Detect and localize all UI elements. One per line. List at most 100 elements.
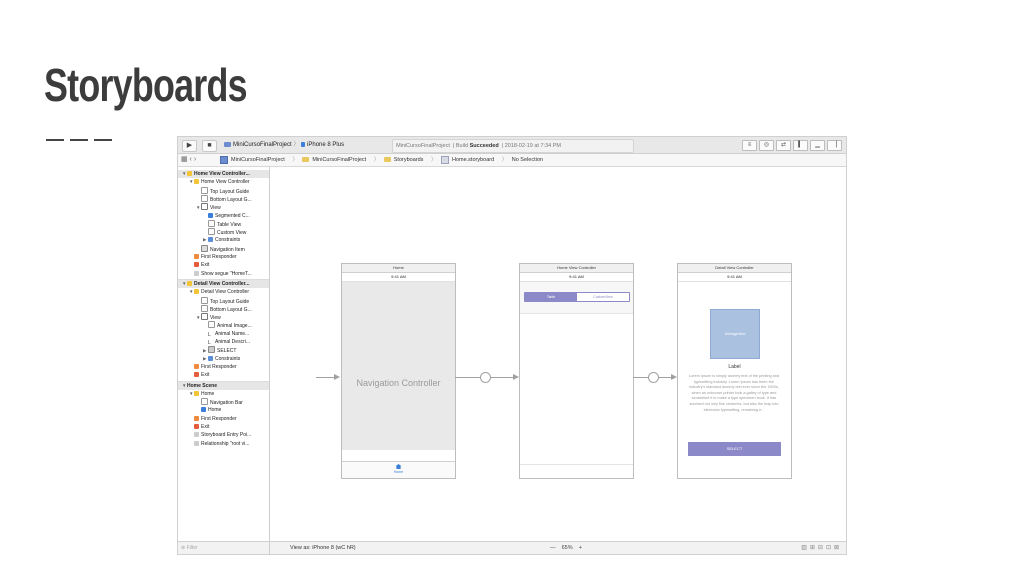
outline-item[interactable]: ▼ Home <box>178 390 269 398</box>
outline-item[interactable]: ▼Home Scene <box>178 381 269 390</box>
exit-icon <box>194 262 199 268</box>
outline-item-label: First Responder <box>201 363 237 370</box>
segue-icon <box>194 270 199 276</box>
show-segue-icon[interactable] <box>648 372 659 383</box>
outline-item-label: Constraints <box>215 355 241 362</box>
outline-item[interactable]: ▶ SELECT <box>178 346 269 355</box>
outline-item[interactable]: Show segue "HomeT... <box>178 270 269 278</box>
outline-item-label: Home <box>208 407 222 414</box>
outline-item[interactable]: ▼ Detail View Controller <box>178 288 269 296</box>
breadcrumb-group[interactable]: MiniCursoFinalProject <box>302 157 369 163</box>
outline-item-label: SELECT <box>217 348 237 355</box>
outline-item-label: Top Layout Guide <box>210 298 250 305</box>
outline-item[interactable]: Top Layout Guide <box>178 186 269 195</box>
outline-item[interactable]: Animal Image... <box>178 321 269 330</box>
scene-home-view-controller[interactable]: Home View Controller 9:41 AM Table Custo… <box>519 263 634 479</box>
outline-item[interactable]: Storyboard Entry Poi... <box>178 431 269 439</box>
outline-item[interactable]: Bottom Layout G... <box>178 194 269 203</box>
outline-item[interactable]: Navigation Item <box>178 244 269 253</box>
layout-guide-icon <box>201 186 208 194</box>
scene-title[interactable]: Detail View Controller <box>678 264 791 273</box>
storyboard-canvas[interactable]: Home 9:41 AM Navigation Controller Home … <box>270 167 846 542</box>
outline-item[interactable]: Bottom Layout G... <box>178 304 269 313</box>
outline-item[interactable]: Exit <box>178 261 269 269</box>
outline-item-label: Animal Image... <box>217 323 252 330</box>
animal-name-label[interactable]: Label <box>678 364 791 370</box>
assistant-editor-icon[interactable]: ◎ <box>759 140 774 151</box>
jump-bar-nav-icons[interactable]: ▦ ‹ › <box>181 154 196 166</box>
outline-item[interactable]: ▶ Constraints <box>178 236 269 244</box>
outline-item[interactable]: Segmented C... <box>178 212 269 220</box>
segue-icon <box>194 440 199 446</box>
outline-item[interactable]: ▼ Detail View Controller... <box>178 279 269 288</box>
folder-icon <box>302 157 310 163</box>
run-button[interactable]: ▶ <box>182 140 197 152</box>
outline-item[interactable]: ▶ Constraints <box>178 355 269 363</box>
outline-item[interactable]: ▼ View <box>178 313 269 322</box>
scheme-device: iPhone 8 Plus <box>307 142 345 148</box>
view-as-device[interactable]: View as: iPhone 8 (wC hR) <box>290 542 356 554</box>
outline-item-label: First Responder <box>201 254 237 260</box>
select-button[interactable]: SELECT <box>688 442 781 456</box>
outline-item[interactable]: L Animal Descri... <box>178 338 269 346</box>
filter-input[interactable]: ⊕ Filter <box>181 544 265 552</box>
segment-table[interactable]: Table <box>525 293 577 301</box>
status-build-label: Build <box>455 143 469 149</box>
slide-title: Storyboards <box>44 59 248 111</box>
debug-toggle-icon[interactable]: ▁ <box>810 140 825 151</box>
segue-icon <box>194 432 199 438</box>
device-icon <box>301 141 306 147</box>
stop-button[interactable]: ■ <box>202 140 217 152</box>
outline-item-label: Show segue "HomeT... <box>201 270 252 277</box>
status-bar-time: 9:41 AM <box>569 274 584 279</box>
layout-guide-icon <box>201 296 208 304</box>
outline-item[interactable]: ▼ View <box>178 203 269 211</box>
zoom-controls: — 65% + <box>550 542 582 554</box>
outline-item[interactable]: Exit <box>178 423 269 431</box>
scheme-selector[interactable]: MiniCursoFinalProject 〉 iPhone 8 Plus <box>224 140 344 150</box>
breadcrumb-file[interactable]: Home.storyboard <box>440 155 497 164</box>
outline-item[interactable]: First Responder <box>178 253 269 261</box>
tab-home[interactable]: Home <box>394 464 403 474</box>
xcode-toolbar: ▶ ■ MiniCursoFinalProject 〉 iPhone 8 Plu… <box>178 137 846 154</box>
status-project: MiniCursoFinalProject <box>396 143 450 149</box>
outline-item[interactable]: Exit <box>178 371 269 379</box>
breadcrumb-selection[interactable]: No Selection <box>512 157 543 163</box>
scene-title[interactable]: Home View Controller <box>520 264 633 273</box>
outline-item-label: Exit <box>201 372 210 379</box>
outline-item[interactable]: Table View <box>178 219 269 228</box>
relationship-segue-icon[interactable] <box>480 372 491 383</box>
segment-custom-view[interactable]: CustomView <box>577 293 629 301</box>
first-responder-icon <box>194 415 199 421</box>
scene-title[interactable]: Home <box>342 264 455 273</box>
segmented-control[interactable]: Table CustomView <box>524 292 630 302</box>
layout-guide-icon <box>201 304 208 312</box>
zoom-out-button[interactable]: — <box>550 545 556 551</box>
editor-standard-icon[interactable]: ≡ <box>742 140 757 151</box>
navigator-toggle-icon[interactable]: ▍ <box>793 140 808 151</box>
outline-item[interactable]: L Animal Name... <box>178 330 269 338</box>
outline-item[interactable]: ▼ Home View Controller <box>178 178 269 186</box>
animal-image-view[interactable]: UIImageView <box>710 309 760 359</box>
layout-tools-icons[interactable]: ▥⊞⊟⊡⊠ <box>801 542 842 554</box>
animal-description-label[interactable]: Lorem Ipsum is simply dummy text of the … <box>686 374 782 413</box>
scene-detail-view-controller[interactable]: Detail View Controller 9:41 AM UIImageVi… <box>677 263 792 479</box>
outline-item[interactable]: Home <box>178 406 269 414</box>
outline-item[interactable]: Custom View <box>178 228 269 236</box>
scene-navigation-controller[interactable]: Home 9:41 AM Navigation Controller Home <box>341 263 456 479</box>
outline-item-label: View <box>210 315 221 322</box>
utilities-toggle-icon[interactable]: ▕ <box>827 140 842 151</box>
outline-item[interactable]: Relationship "root vi... <box>178 440 269 448</box>
outline-item[interactable]: ▼ Home View Controller... <box>178 170 269 178</box>
outline-item[interactable]: First Responder <box>178 363 269 371</box>
outline-item-label: Exit <box>201 262 210 269</box>
exit-icon <box>194 424 199 429</box>
breadcrumb-storyboards[interactable]: Storyboards <box>383 157 427 163</box>
outline-item[interactable]: Navigation Bar <box>178 398 269 406</box>
outline-item[interactable]: Top Layout Guide <box>178 296 269 305</box>
outline-item[interactable]: First Responder <box>178 415 269 423</box>
zoom-in-button[interactable]: + <box>579 545 582 551</box>
version-editor-icon[interactable]: ⇄ <box>776 140 791 151</box>
breadcrumb-project[interactable]: MiniCursoFinalProject <box>220 155 288 164</box>
outline-item-label: Exit <box>201 424 210 430</box>
